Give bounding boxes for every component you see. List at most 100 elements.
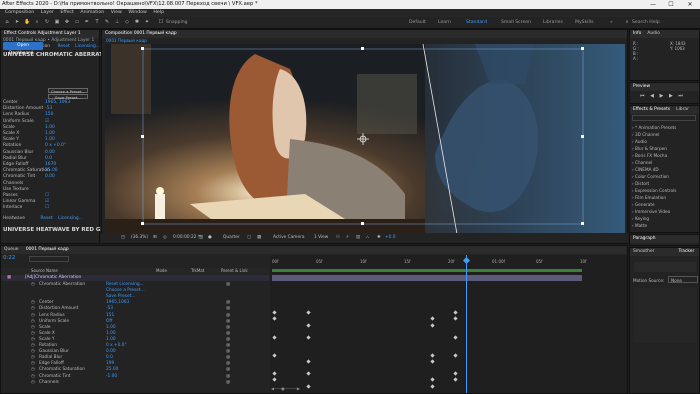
keyframe-marker[interactable] [430,353,435,358]
param-value[interactable]: 1.00 [45,125,55,131]
snapping-checkbox[interactable]: ☐ [158,19,164,25]
timeline-search-input[interactable] [29,256,69,262]
param-row-chromatic-tint[interactable]: Chromatic Tint 0.00 [3,174,98,180]
open-dashboard-button[interactable]: Open Dashboard... [3,42,43,56]
preview-controls[interactable]: ⏮ ◀ ▶ ▶ ⏭ [640,93,685,99]
keyframe-marker[interactable] [453,371,458,376]
workspace-standard[interactable]: Standard [466,18,487,27]
transparency-grid-icon[interactable]: ▦ [257,233,261,243]
menu-animation[interactable]: Animation [80,10,104,15]
tab-paragraph[interactable]: Paragraph [633,236,656,241]
tab-info[interactable]: Info [633,31,641,36]
workspace-libraries[interactable]: Libraries [543,18,563,27]
tab-effect-controls[interactable]: Effect Controls Adjustment Layer 1 [4,31,81,36]
workspace-learn[interactable]: Learn [438,18,451,27]
effects-category-item[interactable]: › Color Correction [632,173,676,180]
param-row-lens-radius[interactable]: Lens Radius 150 [3,112,98,118]
effects-category-item[interactable]: › * Animation Presets [632,124,676,131]
keyframe-marker[interactable] [453,335,458,340]
param-value[interactable]: 0.0 [45,156,52,162]
param-value[interactable]: ☑ [45,119,49,125]
menu-help[interactable]: Help [153,10,164,15]
keyframe-marker[interactable] [306,359,311,364]
keyframe-marker[interactable] [272,310,277,315]
layer-row[interactable]: ■ [Adj]Chromatic Aberration [1,275,269,281]
search-help-input[interactable]: Search Help [632,18,660,27]
workspace-more-icon[interactable]: » [610,18,613,27]
stopwatch-icon[interactable]: ◷ [31,380,35,387]
keyframe-marker[interactable] [306,310,311,315]
param-row-gaussian-blur[interactable]: Gaussian Blur 0.00 [3,150,98,156]
keyframe-marker[interactable] [272,316,277,322]
timeline-property-row[interactable]: ◷ Channels @ [1,380,269,387]
exposure-icon[interactable]: ✺ [377,233,381,243]
keyframe-marker[interactable] [430,359,435,364]
color-channel-icon[interactable]: ● [208,233,212,243]
toggle-pixel-icon[interactable]: ⚇ [336,233,340,243]
tab-timeline-comp[interactable]: 0001 Первый кадр [26,247,69,252]
effects-category-item[interactable]: › Expression Controls [632,187,676,194]
col-trkmat[interactable]: TrkMat [191,268,204,274]
param-value[interactable]: ☐ [45,205,49,211]
param-row-interlace[interactable]: Interlace ☐ [3,205,98,211]
effects-category-item[interactable]: › Keying [632,215,676,222]
hand-tool-icon[interactable]: ✋ [24,19,30,25]
effects-search-input[interactable] [632,115,696,121]
keyframe-marker[interactable] [453,310,458,315]
menu-composition[interactable]: Composition [5,10,34,15]
effects-category-item[interactable]: › 3D Channel [632,131,676,138]
param-value[interactable]: 0.00 [45,174,55,180]
param-row-rotation[interactable]: Rotation 0 x +0.0° [3,143,98,149]
keyframe-marker[interactable] [453,353,458,358]
effects-category-item[interactable]: › Matte [632,222,676,229]
heatwave-reset-link[interactable]: Reset [40,216,52,221]
exposure-value[interactable]: +0.0 [385,233,395,243]
keyframe-marker[interactable] [306,322,311,328]
keyframe-marker[interactable] [306,383,311,389]
effects-category-item[interactable]: › Generate [632,201,676,208]
magnifier-icon[interactable]: ◰ [121,233,125,243]
timeline-zoom-slider[interactable]: ◀───●─────▶ [271,386,300,391]
brush-tool-icon[interactable]: ✎ [104,19,110,25]
pan-behind-tool-icon[interactable]: ✥ [64,19,70,25]
zoom-level-dropdown[interactable]: (36.3%) [131,233,148,243]
search-icon[interactable]: ⌕ [624,19,630,25]
param-row-uniform-scale[interactable]: Uniform Scale ☑ [3,119,98,125]
keyframe-marker[interactable] [272,371,277,376]
effects-category-item[interactable]: › Blur & Sharpen [632,145,676,152]
zoom-tool-icon[interactable]: ⌕ [34,19,40,25]
menu-window[interactable]: Window [128,10,146,15]
view-layout-dropdown[interactable]: 1 View [314,233,328,243]
col-mode[interactable]: Mode [156,268,167,274]
workspace-myskills[interactable]: MySkills [575,18,593,27]
param-value[interactable]: 0 x +0.0° [45,143,66,149]
mask-icon[interactable]: ◎ [163,233,167,243]
effects-category-item[interactable]: › Immersive Video [632,208,676,215]
flowchart-icon[interactable]: ⛬ [366,233,369,243]
tab-preview[interactable]: Preview [633,84,650,89]
effects-category-item[interactable]: › Audio [632,138,676,145]
menu-layer[interactable]: Layer [41,10,54,15]
param-value[interactable]: 0.00 [45,150,55,156]
close-button[interactable]: ✕ [683,0,697,9]
timeline-timecode[interactable]: 0:22 [3,255,15,261]
col-source-name[interactable]: Source Name [31,268,58,274]
grid-icon[interactable]: ⊞ [153,233,157,243]
effects-category-item[interactable]: › Distort [632,180,676,187]
param-row-scale[interactable]: Scale 1.00 [3,125,98,131]
fast-preview-icon[interactable]: ⚡ [346,233,349,243]
menu-effect[interactable]: Effect [60,10,74,15]
rotate-tool-icon[interactable]: ↻ [44,19,50,25]
effect-reset-link[interactable]: Reset [58,44,70,49]
tab-audio[interactable]: Audio [647,31,659,36]
save-preset-button[interactable]: Save Preset... [48,94,88,100]
effects-category-item[interactable]: › CINEMA 4D [632,166,676,173]
eraser-tool-icon[interactable]: ◇ [124,19,130,25]
tab-effects-presets[interactable]: Effects & Presets [633,107,670,112]
keyframe-marker[interactable] [306,335,311,340]
keyframe-marker[interactable] [430,377,435,383]
composition-viewer[interactable] [105,44,625,234]
param-row-radial-blur[interactable]: Radial Blur 0.0 [3,156,98,162]
choose-preset-dropdown[interactable]: Choose a Preset... [48,88,88,94]
motion-source-dropdown[interactable]: None [668,276,698,283]
